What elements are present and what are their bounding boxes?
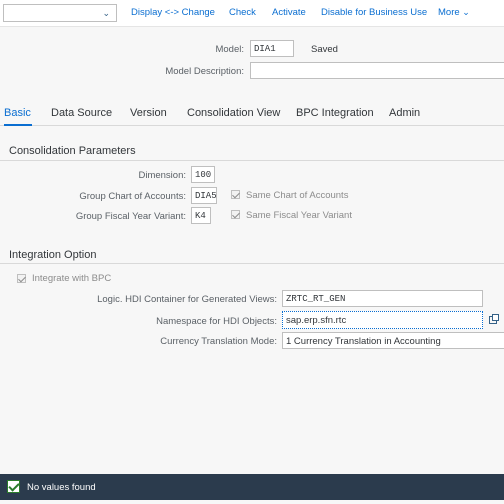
model-status: Saved xyxy=(311,44,338,55)
section-divider xyxy=(0,160,504,161)
disable-for-business-use-button[interactable]: Disable for Business Use xyxy=(321,7,427,18)
value-help-icon[interactable] xyxy=(489,314,499,324)
model-description-field[interactable] xyxy=(250,62,504,79)
tab-bar: Basic Data Source Version Consolidation … xyxy=(0,100,504,126)
chevron-down-icon[interactable]: ⌄ xyxy=(102,8,110,19)
chevron-down-icon: ⌄ xyxy=(462,7,470,17)
group-chart-of-accounts-label: Group Chart of Accounts: xyxy=(79,191,186,202)
active-tab-indicator xyxy=(4,124,32,126)
hdi-container-label: Logic. HDI Container for Generated Views… xyxy=(97,294,277,305)
header-area xyxy=(0,28,504,94)
consolidation-parameters-title: Consolidation Parameters xyxy=(9,145,136,157)
group-fiscal-year-variant-field[interactable]: K4 xyxy=(191,207,211,224)
integrate-with-bpc-checkbox[interactable] xyxy=(17,274,26,283)
same-fiscal-year-variant-label: Same Fiscal Year Variant xyxy=(246,210,352,221)
display-change-button[interactable]: Display <-> Change xyxy=(131,7,215,18)
tab-data-source[interactable]: Data Source xyxy=(51,107,112,119)
group-chart-of-accounts-field[interactable]: DIA5 xyxy=(191,187,217,204)
same-fiscal-year-variant-checkbox[interactable] xyxy=(231,210,240,219)
integrate-with-bpc-label: Integrate with BPC xyxy=(32,273,112,284)
toolbar: ⌄ Display <-> Change Check Activate Disa… xyxy=(0,0,504,27)
more-label: More xyxy=(438,7,460,18)
tab-consolidation-view[interactable]: Consolidation View xyxy=(187,107,280,119)
currency-translation-mode-label: Currency Translation Mode: xyxy=(160,336,277,347)
section-divider xyxy=(0,263,504,264)
namespace-label: Namespace for HDI Objects: xyxy=(156,316,277,327)
same-chart-of-accounts-label: Same Chart of Accounts xyxy=(246,190,349,201)
object-selector[interactable]: ⌄ xyxy=(3,4,117,22)
namespace-field[interactable]: sap.erp.sfn.rtc xyxy=(282,311,483,329)
model-description-label: Model Description: xyxy=(165,66,244,77)
activate-button[interactable]: Activate xyxy=(272,7,306,18)
status-message: No values found xyxy=(27,482,96,493)
tab-admin[interactable]: Admin xyxy=(389,107,420,119)
dimension-label: Dimension: xyxy=(138,170,186,181)
integration-option-title: Integration Option xyxy=(9,249,97,261)
more-button[interactable]: More ⌄ xyxy=(438,7,470,18)
check-button[interactable]: Check xyxy=(229,7,256,18)
currency-translation-mode-select[interactable]: 1 Currency Translation in Accounting xyxy=(282,332,504,349)
tab-bpc-integration[interactable]: BPC Integration xyxy=(296,107,374,119)
success-check-icon xyxy=(7,480,20,493)
model-label: Model: xyxy=(215,44,244,55)
hdi-container-field[interactable]: ZRTC_RT_GEN xyxy=(282,290,483,307)
tab-version[interactable]: Version xyxy=(130,107,167,119)
model-field[interactable]: DIA1 xyxy=(250,40,294,57)
group-fiscal-year-variant-label: Group Fiscal Year Variant: xyxy=(75,211,186,222)
tab-basic[interactable]: Basic xyxy=(4,107,31,119)
status-bar: No values found xyxy=(0,474,504,500)
dimension-field[interactable]: 100 xyxy=(191,166,215,183)
same-chart-of-accounts-checkbox[interactable] xyxy=(231,190,240,199)
